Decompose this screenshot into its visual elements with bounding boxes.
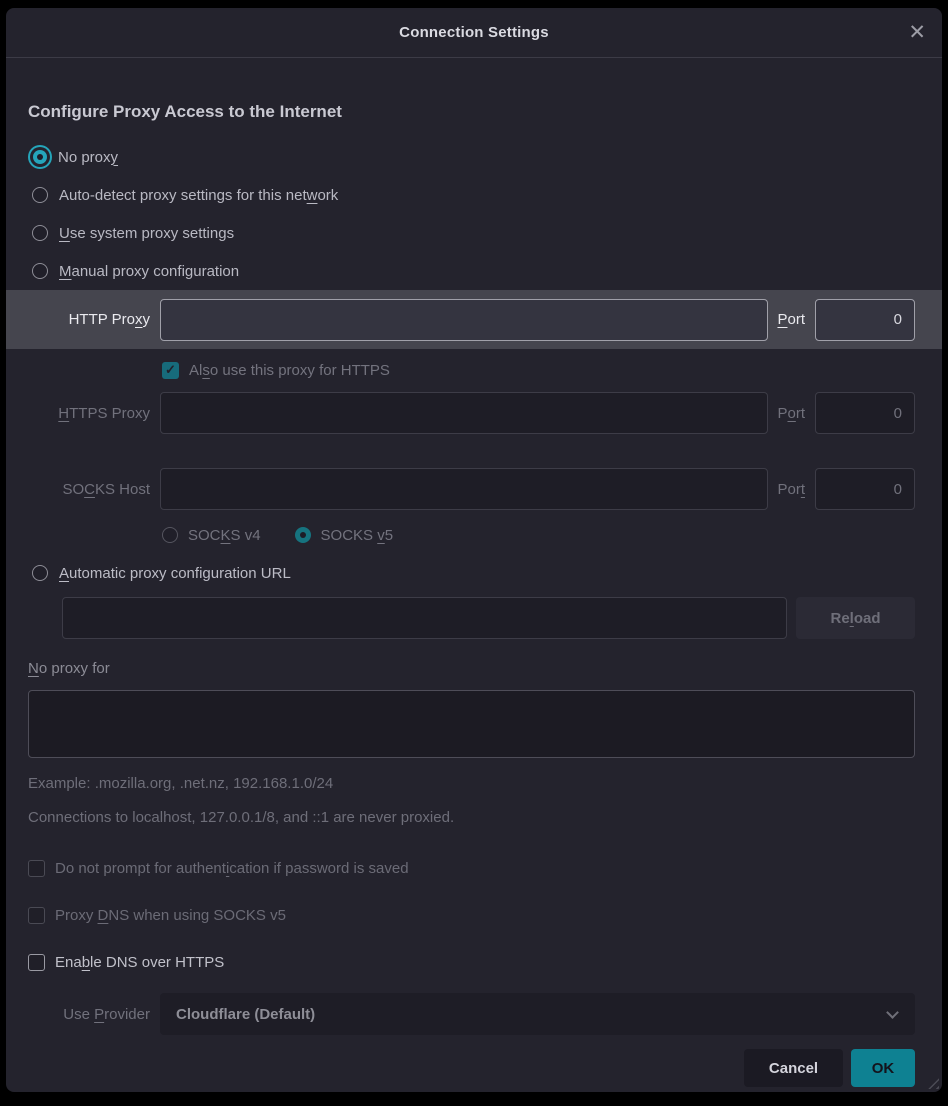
- socks-host-input: [160, 468, 768, 510]
- radio-no-proxy[interactable]: No proxy: [28, 138, 915, 176]
- radio-use-system[interactable]: Use system proxy settings: [28, 214, 915, 252]
- dialog-button-row: Cancel OK: [28, 1049, 915, 1087]
- connection-settings-dialog: Connection Settings ✕ Configure Proxy Ac…: [6, 8, 942, 1092]
- http-proxy-row: HTTP Proxy Port: [6, 290, 942, 349]
- reload-button: Reload: [796, 597, 915, 639]
- automatic-proxy-url-row: Reload: [62, 597, 915, 639]
- https-proxy-row: HTTPS Proxy Port: [28, 392, 915, 434]
- socks-v4-label: SOCKS v4: [188, 527, 261, 544]
- ok-button[interactable]: OK: [851, 1049, 915, 1087]
- provider-selected-value: Cloudflare (Default): [176, 1006, 315, 1023]
- checkbox-enable-doh[interactable]: Enable DNS over HTTPS: [28, 949, 915, 975]
- dialog-content: Configure Proxy Access to the Internet N…: [6, 100, 942, 1087]
- http-port-input[interactable]: [815, 299, 915, 341]
- unchecked-checkbox-icon: [28, 860, 45, 877]
- no-proxy-for-label: No proxy for: [28, 660, 915, 682]
- enable-doh-label: Enable DNS over HTTPS: [55, 954, 224, 971]
- proxy-dns-label: Proxy DNS when using SOCKS v5: [55, 907, 286, 924]
- dialog-title: Connection Settings: [399, 24, 549, 41]
- localhost-note-text: Connections to localhost, 127.0.0.1/8, a…: [28, 809, 915, 829]
- radio-icon: [32, 263, 48, 279]
- radio-manual-proxy-label: Manual proxy configuration: [59, 263, 239, 280]
- socks-port-input: [815, 468, 915, 510]
- checkbox-no-prompt-auth: Do not prompt for authentication if pass…: [28, 855, 915, 881]
- socks-host-row: SOCKS Host Port: [28, 468, 915, 510]
- https-proxy-input: [160, 392, 768, 434]
- no-prompt-auth-label: Do not prompt for authentication if pass…: [55, 860, 409, 877]
- socks-v5-label: SOCKS v5: [321, 527, 394, 544]
- also-https-checkbox-row: ✓ Also use this proxy for HTTPS: [162, 357, 915, 383]
- cancel-button[interactable]: Cancel: [744, 1049, 843, 1087]
- unchecked-checkbox-icon: [28, 907, 45, 924]
- https-proxy-label: HTTPS Proxy: [28, 405, 160, 422]
- http-port-label: Port: [777, 311, 805, 328]
- chevron-down-icon: [886, 1006, 899, 1019]
- no-proxy-example-text: Example: .mozilla.org, .net.nz, 192.168.…: [28, 775, 915, 795]
- radio-icon: [32, 187, 48, 203]
- http-proxy-input[interactable]: [160, 299, 768, 341]
- proxy-mode-radio-group: No proxy Auto-detect proxy settings for …: [28, 138, 915, 290]
- unchecked-checkbox-icon: [28, 954, 45, 971]
- radio-icon: [32, 565, 48, 581]
- socks-host-label: SOCKS Host: [28, 481, 160, 498]
- https-port-label: Port: [777, 405, 805, 422]
- automatic-proxy-url-input: [62, 597, 787, 639]
- automatic-proxy-url-label: Automatic proxy configuration URL: [59, 565, 291, 582]
- radio-icon: [162, 527, 178, 543]
- radio-use-system-label: Use system proxy settings: [59, 225, 234, 242]
- no-proxy-for-textarea[interactable]: [28, 690, 915, 758]
- checkbox-proxy-dns-socks5: Proxy DNS when using SOCKS v5: [28, 902, 915, 928]
- checked-checkbox-icon: ✓: [162, 362, 179, 379]
- socks-version-radio-group: SOCKS v4 SOCKS v5: [162, 524, 915, 546]
- radio-automatic-proxy-url[interactable]: Automatic proxy configuration URL: [28, 560, 915, 586]
- dialog-titlebar: Connection Settings ✕: [6, 8, 942, 58]
- use-provider-label: Use Provider: [28, 1006, 160, 1023]
- radio-no-proxy-label: No proxy: [58, 149, 118, 166]
- https-port-input: [815, 392, 915, 434]
- radio-selected-icon: [295, 527, 311, 543]
- radio-auto-detect[interactable]: Auto-detect proxy settings for this netw…: [28, 176, 915, 214]
- socks-port-label: Port: [777, 481, 805, 498]
- page-title: Configure Proxy Access to the Internet: [28, 100, 915, 124]
- provider-select: Cloudflare (Default): [160, 993, 915, 1035]
- also-https-label: Also use this proxy for HTTPS: [189, 362, 390, 379]
- radio-icon: [32, 225, 48, 241]
- radio-manual-proxy[interactable]: Manual proxy configuration: [28, 252, 915, 290]
- radio-selected-icon: [33, 150, 47, 164]
- http-proxy-label: HTTP Proxy: [28, 311, 160, 328]
- doh-provider-row: Use Provider Cloudflare (Default): [28, 993, 915, 1035]
- close-icon[interactable]: ✕: [908, 8, 926, 57]
- radio-auto-detect-label: Auto-detect proxy settings for this netw…: [59, 187, 338, 204]
